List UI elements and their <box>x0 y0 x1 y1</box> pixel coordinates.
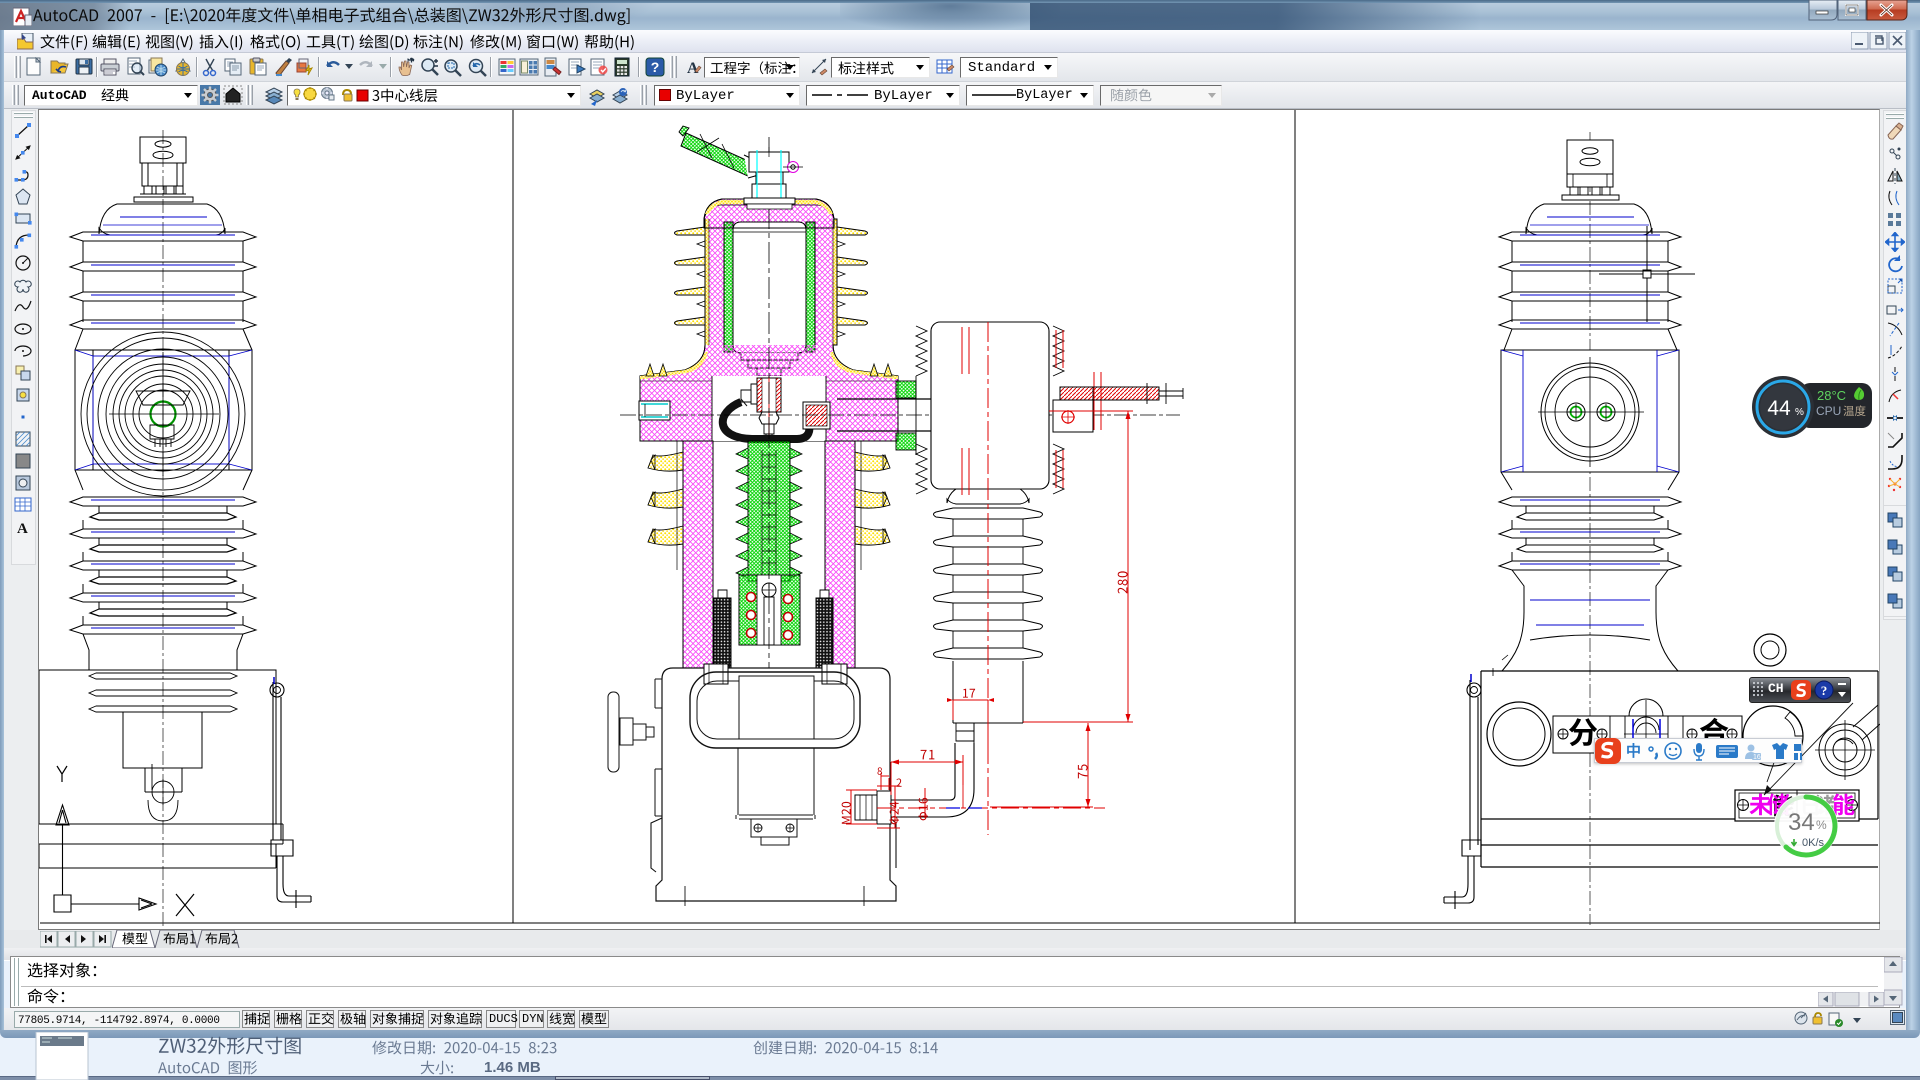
svg-text:A: A <box>17 521 28 537</box>
svg-text:中: 中 <box>1626 742 1641 760</box>
svg-text:44: 44 <box>1767 397 1791 420</box>
svg-text:34: 34 <box>1788 809 1815 836</box>
svg-text:16: 16 <box>1753 754 1761 761</box>
svg-text:0K/s: 0K/s <box>1802 837 1825 849</box>
svg-text:?: ? <box>651 59 660 75</box>
svg-text:%: % <box>1816 818 1827 832</box>
svg-text:?: ? <box>1821 683 1828 698</box>
svg-text:%: % <box>1795 407 1804 418</box>
